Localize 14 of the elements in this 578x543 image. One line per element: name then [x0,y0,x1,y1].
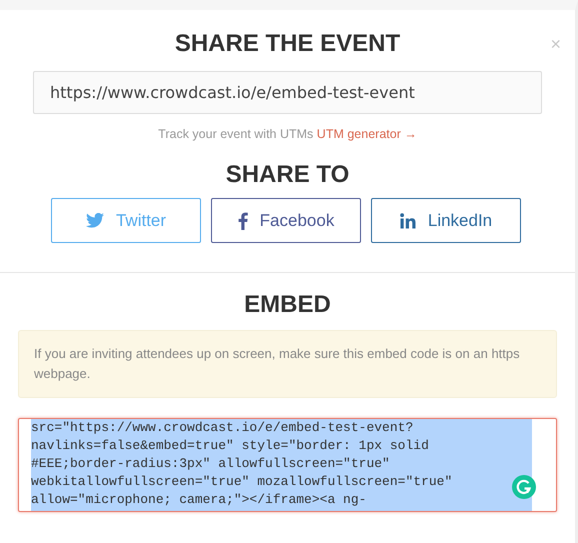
https-notice: If you are inviting attendees up on screen, make sure this embed code is on an https webpage. [18,330,557,398]
section-heading: EMBED [244,291,331,319]
url-field[interactable]: https://www.crowdcast.io/e/embed-test-event [33,71,542,114]
section-heading: SHARE THE EVENT [174,30,400,58]
section-heading: SHARE TO [226,161,350,189]
share-button[interactable]: Facebook [211,198,361,243]
letter-f-icon [238,212,248,230]
grammar-check-icon[interactable] [512,475,536,499]
bird-icon [86,213,104,228]
utm-hint: Track your event with UTMs UTM generator → [157,127,418,141]
utm-generator-link[interactable]: UTM generator → [316,127,417,141]
embed-code-field[interactable]: src="https://www.crowdcast.io/e/embed-test-event? navlinks=false&embed=true" style="border: 1px solid #EEE;border-radius:3px" allowfullscreen="true" webkitallowfullscreen="true" mozallowfullscreen="true" allow="microphone; camera;"></iframe><a ng- [18,418,557,512]
in-icon [400,212,416,228]
share-button[interactable]: LinkedIn [371,198,521,243]
